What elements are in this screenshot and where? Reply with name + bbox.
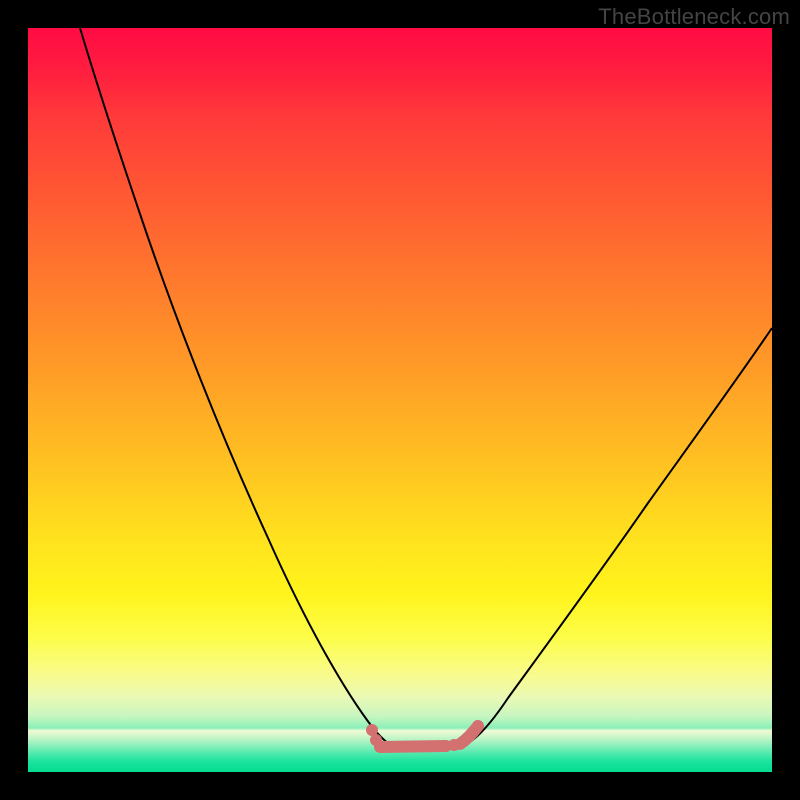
curve-layer xyxy=(28,28,772,772)
right-branch-curve xyxy=(458,328,772,748)
plot-area xyxy=(28,28,772,772)
left-branch-curve xyxy=(80,28,398,748)
valley-highlight-right-tail xyxy=(460,726,478,744)
chart-frame: TheBottleneck.com xyxy=(0,0,800,800)
valley-highlight-segment xyxy=(380,746,446,747)
valley-dot-right xyxy=(448,739,460,751)
watermark-text: TheBottleneck.com xyxy=(598,4,790,30)
valley-dot-left-mid xyxy=(370,734,382,746)
